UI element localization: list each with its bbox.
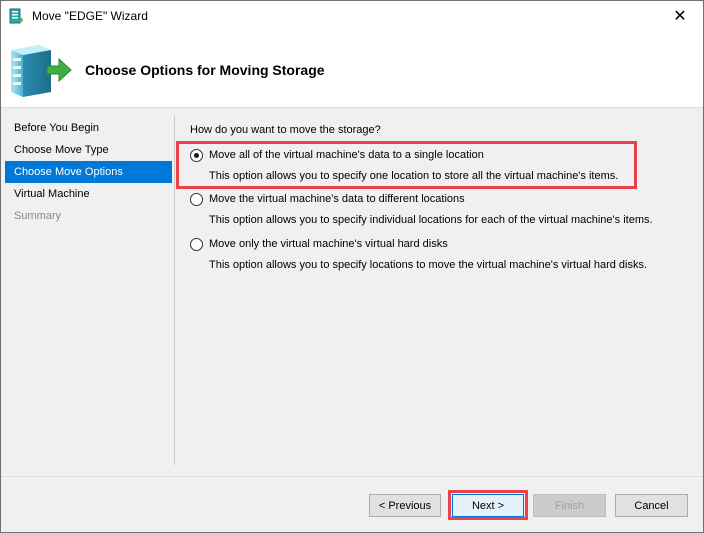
radio-virtual-hard-disks[interactable] <box>190 238 203 251</box>
wizard-steps-nav: Before You Begin Choose Move Type Choose… <box>5 117 172 227</box>
option-label[interactable]: Move the virtual machine's data to diffe… <box>209 193 465 205</box>
nav-item-virtual-machine[interactable]: Virtual Machine <box>5 183 172 205</box>
wizard-header: Choose Options for Moving Storage <box>1 31 703 108</box>
option-label[interactable]: Move only the virtual machine's virtual … <box>209 238 448 250</box>
storage-move-icon <box>11 45 72 97</box>
footer-divider <box>1 476 703 477</box>
page-title: Choose Options for Moving Storage <box>85 62 325 78</box>
window-title: Move "EDGE" Wizard <box>32 9 148 23</box>
annotation-highlight-next <box>448 490 528 520</box>
cancel-button[interactable]: Cancel <box>615 494 688 517</box>
close-icon: ✕ <box>673 8 687 25</box>
nav-item-choose-move-type[interactable]: Choose Move Type <box>5 139 172 161</box>
option-different-locations[interactable]: Move the virtual machine's data to diffe… <box>190 193 670 229</box>
finish-button: Finish <box>533 494 606 517</box>
wizard-window: Move "EDGE" Wizard ✕ Choose Options for … <box>0 0 704 533</box>
nav-divider <box>174 116 175 465</box>
nav-item-summary: Summary <box>14 210 62 222</box>
option-description: This option allows you to specify indivi… <box>209 214 653 226</box>
nav-item-before-you-begin[interactable]: Before You Begin <box>5 117 172 139</box>
previous-button[interactable]: < Previous <box>369 494 441 517</box>
server-move-icon <box>9 8 23 24</box>
option-description: This option allows you to specify locati… <box>209 259 648 271</box>
nav-item-choose-move-options[interactable]: Choose Move Options <box>5 161 172 183</box>
option-virtual-hard-disks[interactable]: Move only the virtual machine's virtual … <box>190 238 670 274</box>
annotation-highlight-option <box>176 141 637 189</box>
radio-different-locations[interactable] <box>190 193 203 206</box>
close-button[interactable]: ✕ <box>657 1 703 31</box>
question-label: How do you want to move the storage? <box>190 124 381 136</box>
title-bar: Move "EDGE" Wizard ✕ <box>1 1 703 31</box>
